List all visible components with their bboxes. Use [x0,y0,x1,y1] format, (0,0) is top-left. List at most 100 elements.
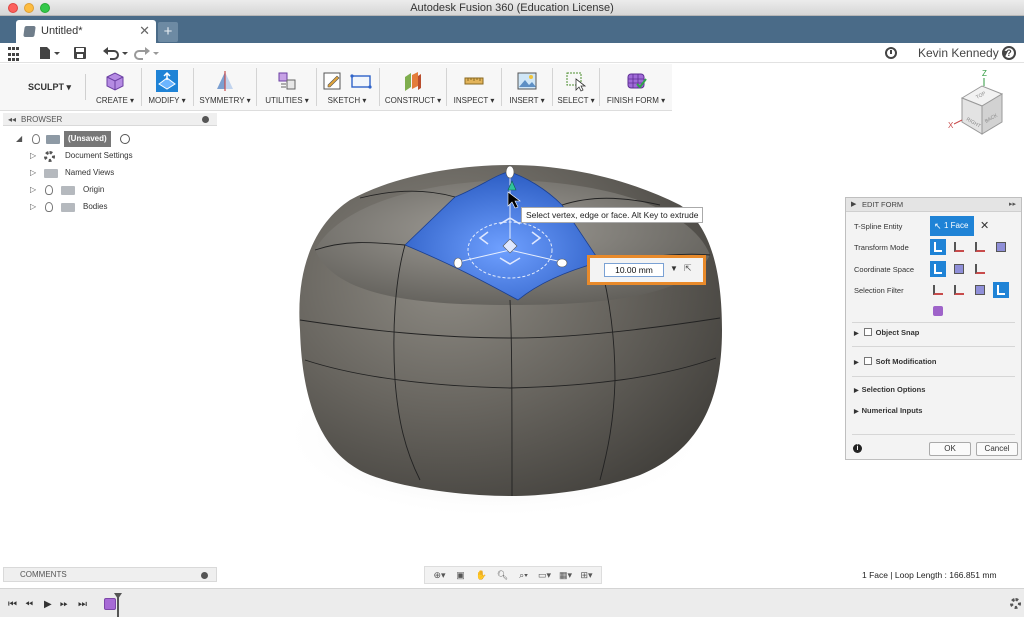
utilities-menu-label: UTILITIES ▾ [265,96,309,105]
object-snap-checkbox[interactable] [863,328,872,336]
view-cube[interactable]: Z TOP RIGHT BACK X [946,68,1016,136]
expand-triangle-icon[interactable]: ▶ [854,409,859,415]
coordinate-space-label: Coordinate Space [854,265,915,274]
cancel-button[interactable]: Cancel [976,442,1018,456]
finish-form-menu[interactable]: FINISH FORM ▾ [602,66,670,110]
play-icon[interactable]: ▶ [44,599,52,610]
expand-triangle-icon[interactable]: ▶ [854,331,859,337]
insert-menu[interactable]: INSERT ▾ [504,66,550,110]
zoom-icon[interactable]: 🔍︎ [496,570,510,580]
local-space-icon[interactable] [972,261,988,277]
save-icon[interactable] [73,46,87,62]
timeline-marker[interactable] [114,593,122,617]
info-icon[interactable]: i [853,444,862,453]
step-back-icon[interactable]: ⏪︎ [25,599,33,610]
data-panel-grid-icon[interactable] [8,47,20,63]
help-icon[interactable]: ? [1002,46,1016,60]
browser-root-node[interactable]: ◢ (Unsaved) [14,131,214,147]
expand-triangle-icon[interactable]: ◢ [16,131,22,147]
display-settings-icon[interactable]: ▭▾ [538,570,552,580]
vertex-filter-icon[interactable] [930,282,946,298]
visibility-bulb-icon[interactable] [32,134,40,144]
panel-divider [852,322,1015,323]
transform-multi-mode-icon[interactable] [930,239,946,255]
visibility-bulb-icon[interactable] [45,202,53,212]
construct-menu[interactable]: CONSTRUCT ▾ [382,66,444,110]
workspace-switcher[interactable]: SCULPT ▾ [8,74,86,100]
orbit-icon[interactable]: ⊕▾ [433,570,447,580]
transform-scale-icon[interactable] [993,239,1009,255]
distance-dropdown-icon[interactable]: ▼ [670,264,678,273]
visibility-bulb-icon[interactable] [45,185,53,195]
expand-triangle-icon[interactable]: ▷ [30,182,36,198]
create-menu[interactable]: CREATE ▾ [90,66,140,110]
pan-icon[interactable]: ✋ [475,570,489,580]
expand-triangle-icon[interactable]: ▷ [30,165,36,181]
panel-expand-icon[interactable]: ▸▸ [1009,198,1016,212]
file-menu-icon[interactable] [38,46,60,62]
distance-input[interactable] [604,263,664,277]
tspline-entity-selection[interactable]: 1 Face [930,216,974,236]
undo-icon[interactable] [102,46,128,62]
all-filter-icon[interactable] [993,282,1009,298]
expand-triangle-icon[interactable]: ▷ [30,199,36,215]
collapse-triangle-icon[interactable]: ▶ [851,198,856,212]
activate-radio-icon[interactable] [120,134,130,144]
expand-triangle-icon[interactable]: ▶ [854,388,859,394]
timeline-settings-gear-icon[interactable] [1010,598,1021,609]
select-menu[interactable]: SELECT ▾ [555,66,597,110]
document-tab[interactable]: Untitled* ✕ [16,20,156,43]
go-to-start-icon[interactable]: ⏮ [8,599,17,610]
go-to-end-icon[interactable]: ⏭ [78,599,87,610]
ok-button[interactable]: OK [929,442,971,456]
close-tab-icon[interactable]: ✕ [139,23,150,39]
design-canvas[interactable] [220,112,840,567]
expand-triangle-icon[interactable]: ▶ [854,360,859,366]
transform-translation-icon[interactable] [951,239,967,255]
distance-options-icon[interactable]: ⇱ [684,263,695,275]
object-snap-label: Object Snap [875,328,920,337]
gear-icon [44,151,55,162]
document-tab-bar: Untitled* ✕ + [0,16,1024,43]
selection-options-section[interactable]: ▶ Selection Options [854,385,925,394]
soft-modification-section[interactable]: ▶ Soft Modification [854,357,936,366]
collapse-browser-icon[interactable]: ◂◂ [8,113,16,126]
world-space-icon[interactable] [930,261,946,277]
modify-menu[interactable]: MODIFY ▾ [143,66,191,110]
comments-title: COMMENTS [20,570,67,579]
sketch-menu[interactable]: SKETCH ▾ [318,66,376,110]
object-snap-section[interactable]: ▶ Object Snap [854,328,919,337]
browser-item-bodies[interactable]: ▷ Bodies [28,199,214,215]
new-tab-button[interactable]: + [158,22,178,42]
view-cube-axis-z: Z [982,69,987,78]
comments-panel[interactable]: COMMENTS [3,567,217,582]
pin-comments-icon[interactable] [201,572,208,579]
grid-settings-icon[interactable]: ▦▾ [559,570,573,580]
edge-filter-icon[interactable] [951,282,967,298]
viewports-icon[interactable]: ⊞▾ [580,570,594,580]
clear-selection-icon[interactable]: ✕ [980,219,989,232]
edit-form-header[interactable]: ▶ EDIT FORM ▸▸ [846,198,1021,212]
utilities-menu[interactable]: UTILITIES ▾ [259,66,315,110]
symmetry-menu[interactable]: SYMMETRY ▾ [196,66,254,110]
browser-item-origin[interactable]: ▷ Origin [28,182,214,198]
browser-item-document-settings[interactable]: ▷ Document Settings [28,148,214,164]
step-forward-icon[interactable]: ⏩︎ [60,599,68,610]
browser-panel-header[interactable]: ◂◂ BROWSER [3,113,217,126]
expand-triangle-icon[interactable]: ▷ [30,148,36,164]
soft-modification-checkbox[interactable] [863,357,872,365]
user-account-menu[interactable]: Kevin Kennedy ▾ [918,45,1008,61]
body-filter-icon[interactable] [930,303,946,319]
redo-icon[interactable] [133,46,159,62]
numerical-inputs-section[interactable]: ▶ Numerical Inputs [854,406,922,415]
transform-rotation-icon[interactable] [972,239,988,255]
create-menu-label: CREATE ▾ [95,96,135,105]
pin-browser-icon[interactable] [202,116,209,123]
look-at-icon[interactable]: ▣ [454,570,468,580]
view-space-icon[interactable] [951,261,967,277]
inspect-menu[interactable]: INSPECT ▾ [449,66,499,110]
job-status-clock-icon[interactable] [885,47,897,59]
face-filter-icon[interactable] [972,282,988,298]
fit-icon[interactable]: ⌕▾ [517,570,531,580]
browser-item-named-views[interactable]: ▷ Named Views [28,165,214,181]
